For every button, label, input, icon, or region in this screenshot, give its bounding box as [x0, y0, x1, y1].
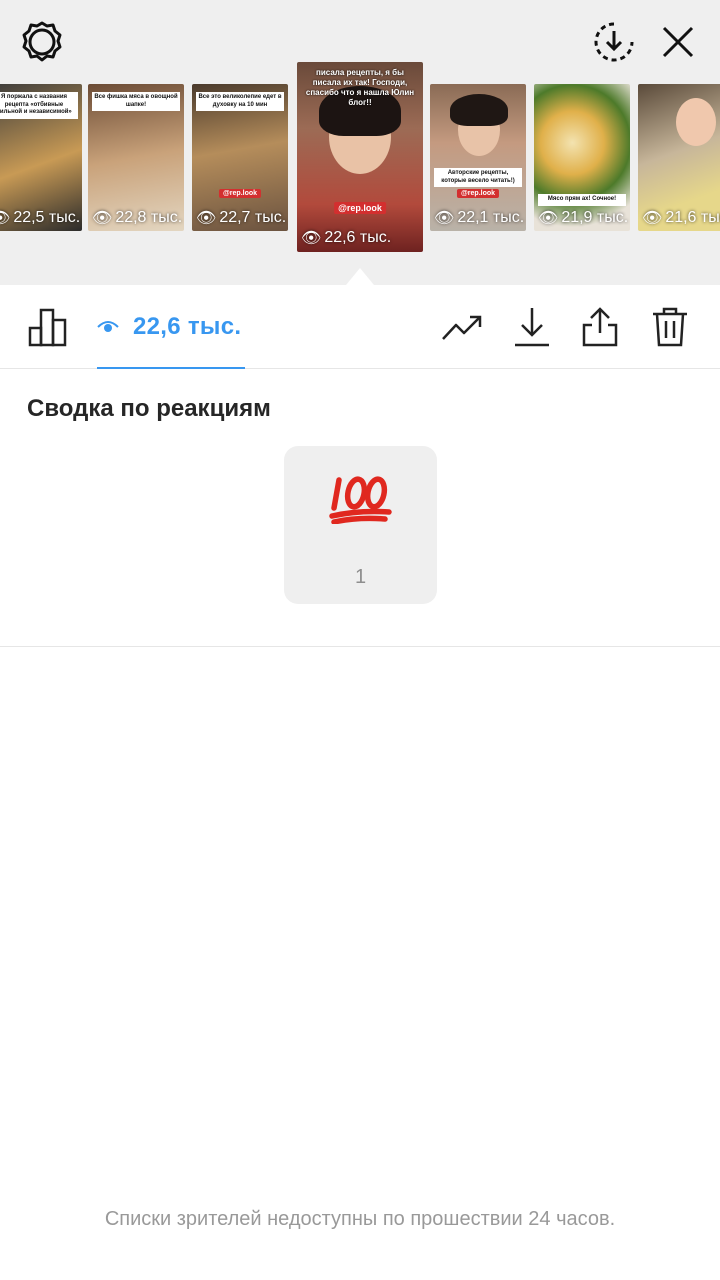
close-icon [662, 26, 694, 58]
download-circle-icon [594, 22, 634, 62]
insights-toolbar: 22,6 тыс. [0, 285, 720, 369]
settings-gear-icon [22, 21, 62, 62]
story-caption: Я поржала с названия рецепта «отбивные в… [0, 92, 78, 119]
trash-icon [653, 307, 687, 347]
delete-button[interactable] [648, 305, 692, 349]
trending-up-icon [442, 315, 482, 340]
eye-icon: 👁 [196, 210, 217, 227]
story-thumbnail[interactable]: 👁 21,6 тыс. [638, 84, 720, 231]
person-hair [450, 94, 508, 126]
story-thumbnail[interactable]: Все это великолепие едет в духовку на 10… [192, 84, 288, 231]
hundred-points-icon [284, 474, 437, 524]
story-mention-tag: @rep.look [456, 189, 500, 198]
story-thumbnail[interactable]: Мясо прям ах! Сочное! 👁 21,9 тыс. [534, 84, 630, 231]
story-thumbnail-selected[interactable]: писала рецепты, я бы писала их так! Госп… [297, 62, 423, 252]
close-button[interactable] [654, 18, 702, 66]
story-mention-tag: @rep.look [334, 202, 386, 214]
story-preview-area: Я поржала с названия рецепта «отбивные в… [0, 0, 720, 285]
story-thumbnail[interactable]: Я поржала с названия рецепта «отбивные в… [0, 84, 82, 231]
story-views: 👁 21,6 тыс. [642, 209, 720, 227]
stories-strip[interactable]: Я поржала с названия рецепта «отбивные в… [0, 62, 720, 262]
viewers-unavailable-note: Списки зрителей недоступны по прошествии… [104, 1208, 616, 1230]
active-tab-indicator [97, 367, 245, 369]
eye-icon: 👁 [92, 210, 113, 227]
story-views: 👁 22,8 тыс. [92, 209, 183, 227]
insights-button[interactable] [26, 305, 70, 349]
eye-icon [97, 321, 119, 332]
story-views: 👁 22,1 тыс. [434, 209, 525, 227]
download-icon [515, 308, 549, 347]
reactions-summary-title: Сводка по реакциям [27, 395, 271, 422]
save-button[interactable] [510, 305, 554, 349]
eye-icon: 👁 [538, 210, 559, 227]
story-views: 👁 22,5 тыс. [0, 208, 80, 228]
viewers-tab[interactable]: 22,6 тыс. [97, 285, 245, 369]
story-views: 👁 22,7 тыс. [196, 209, 287, 227]
share-button[interactable] [578, 305, 622, 349]
share-icon [582, 307, 618, 347]
story-caption: Мясо прям ах! Сочное! [538, 194, 626, 206]
section-divider [0, 646, 720, 647]
eye-icon: 👁 [642, 210, 663, 227]
reaction-count: 1 [354, 566, 367, 588]
story-thumbnail[interactable]: Все фишка мяса в овощной шапке! 👁 22,8 т… [88, 84, 184, 231]
download-story-button[interactable] [590, 18, 638, 66]
eye-icon: 👁 [301, 230, 322, 247]
story-mention-tag: @rep.look [218, 189, 262, 198]
settings-button[interactable] [18, 18, 66, 66]
story-views: 👁 21,9 тыс. [538, 209, 629, 227]
story-caption: писала рецепты, я бы писала их так! Госп… [305, 68, 415, 107]
story-caption: Все фишка мяса в овощной шапке! [92, 92, 180, 111]
viewers-count: 22,6 тыс. [133, 313, 242, 340]
story-thumbnail[interactable]: Авторские рецепты, которые весело читать… [430, 84, 526, 231]
story-caption: Авторские рецепты, которые весело читать… [434, 168, 522, 187]
person-face [676, 98, 716, 146]
bar-chart-icon [28, 308, 67, 347]
story-views: 👁 22,6 тыс. [301, 229, 392, 247]
eye-icon: 👁 [0, 210, 11, 227]
promote-button[interactable] [440, 305, 484, 349]
story-caption: Все это великолепие едет в духовку на 10… [196, 92, 284, 111]
selected-story-pointer [346, 268, 374, 285]
eye-icon: 👁 [434, 210, 455, 227]
reaction-card[interactable]: 1 [284, 446, 437, 604]
